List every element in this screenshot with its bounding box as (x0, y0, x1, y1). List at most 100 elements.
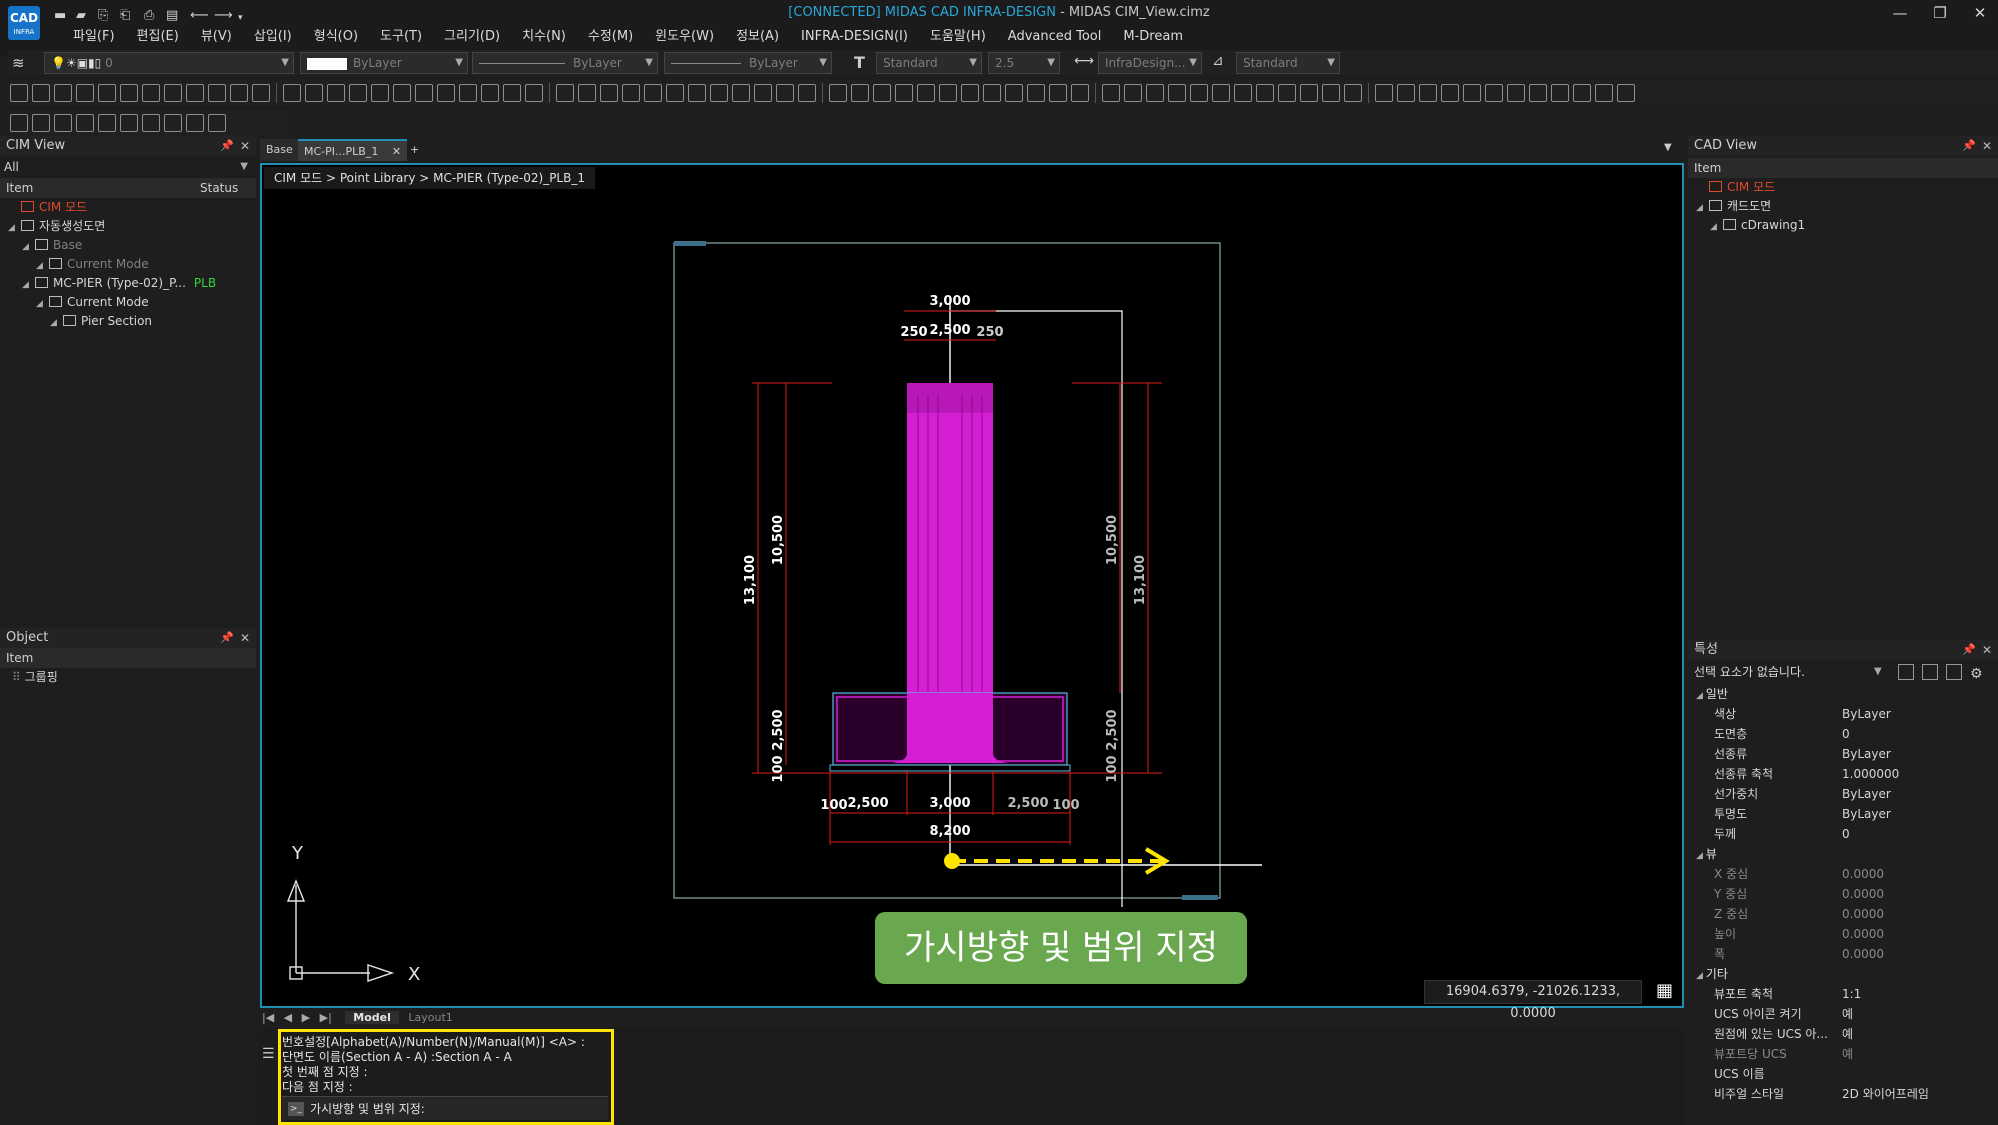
draw-tool-icon[interactable] (120, 84, 138, 102)
draw-tool-icon[interactable] (829, 84, 847, 102)
draw-tool-icon[interactable] (895, 84, 913, 102)
draw-tool-icon[interactable] (1419, 84, 1437, 102)
draw-tool-icon[interactable] (1529, 84, 1547, 102)
infra-tool-icon[interactable] (142, 114, 160, 132)
property-value[interactable]: 0.0000 (1842, 904, 1884, 924)
property-row[interactable]: 도면층 0 (1688, 724, 1998, 744)
draw-tool-icon[interactable] (481, 84, 499, 102)
draw-tool-icon[interactable] (1102, 84, 1120, 102)
infra-tool-icon[interactable] (76, 114, 94, 132)
pick-add-icon[interactable] (1946, 664, 1962, 680)
cad-tree-item[interactable]: ◢ 캐드도면 (1688, 197, 1998, 216)
property-value[interactable]: 0.0000 (1842, 944, 1884, 964)
cad-tree-item[interactable]: ◢ cDrawing1 (1688, 216, 1998, 235)
draw-tool-icon[interactable] (873, 84, 891, 102)
save-as-icon[interactable]: ⎗ (120, 8, 130, 23)
draw-tool-icon[interactable] (961, 84, 979, 102)
draw-tool-icon[interactable] (688, 84, 706, 102)
menu-item-5[interactable]: 도구(T) (369, 27, 433, 47)
property-row[interactable]: 색상 ByLayer (1688, 704, 1998, 724)
infra-tool-icon[interactable] (186, 114, 204, 132)
draw-tool-icon[interactable] (1190, 84, 1208, 102)
menu-item-10[interactable]: 정보(A) (725, 27, 790, 47)
property-row[interactable]: 폭 0.0000 (1688, 944, 1998, 964)
property-value[interactable]: 2D 와이어프레임 (1842, 1084, 1929, 1104)
undo-icon[interactable]: ⟵ (190, 8, 209, 23)
property-row[interactable]: UCS 이름 (1688, 1064, 1998, 1084)
draw-tool-icon[interactable] (732, 84, 750, 102)
property-category[interactable]: ◢ 뷰 (1688, 844, 1998, 864)
property-value[interactable]: 1.000000 (1842, 764, 1899, 784)
minimize-icon[interactable]: — (1882, 4, 1918, 22)
draw-tool-icon[interactable] (186, 84, 204, 102)
property-row[interactable]: 뷰포트 축척 1:1 (1688, 984, 1998, 1004)
pin-icon[interactable]: 📌 (220, 628, 234, 648)
draw-tool-icon[interactable] (1168, 84, 1186, 102)
property-row[interactable]: 선가중치 ByLayer (1688, 784, 1998, 804)
collapse-icon[interactable]: ◢ (1696, 971, 1706, 981)
table-style-icon[interactable]: ⊿ (1212, 53, 1224, 69)
dim-style-combo[interactable]: InfraDesign... ▼ (1098, 52, 1202, 74)
panel-close-icon[interactable]: ✕ (1982, 136, 1992, 156)
draw-tool-icon[interactable] (1005, 84, 1023, 102)
redo-icon[interactable]: ⟶ (214, 8, 233, 23)
cim-tree-item[interactable]: ◢ 자동생성도면 (0, 217, 256, 236)
draw-tool-icon[interactable] (1573, 84, 1591, 102)
property-category[interactable]: ◢ 일반 (1688, 684, 1998, 704)
draw-tool-icon[interactable] (1049, 84, 1067, 102)
draw-tool-icon[interactable] (142, 84, 160, 102)
command-menu-icon[interactable]: ☰ (262, 1046, 275, 1062)
quick-select-icon[interactable] (1898, 664, 1914, 680)
menu-item-13[interactable]: Advanced Tool (997, 27, 1113, 47)
menu-item-1[interactable]: 편집(E) (126, 27, 190, 47)
tab-list-dropdown-icon[interactable]: ▼ (1664, 142, 1672, 153)
first-layout-icon[interactable]: |◀ (262, 1011, 274, 1024)
draw-tool-icon[interactable] (1551, 84, 1569, 102)
menu-item-2[interactable]: 뷰(V) (190, 27, 243, 47)
open-folder-icon[interactable]: ▰ (76, 8, 86, 23)
property-row[interactable]: 선종류 ByLayer (1688, 744, 1998, 764)
draw-tool-icon[interactable] (283, 84, 301, 102)
property-row[interactable]: 뷰포트당 UCS 예 (1688, 1044, 1998, 1064)
tab-model[interactable]: Model (345, 1011, 399, 1024)
draw-tool-icon[interactable] (798, 84, 816, 102)
dim-style-icon[interactable]: ⟷ (1074, 53, 1094, 69)
tab-mc-pier[interactable]: MC-PI...PLB_1 ✕ (298, 139, 408, 161)
print-icon[interactable]: ⎙ (144, 8, 154, 23)
menu-item-14[interactable]: M-Dream (1112, 27, 1194, 47)
text-height-combo[interactable]: 2.5 ▼ (988, 52, 1060, 74)
draw-tool-icon[interactable] (1234, 84, 1252, 102)
panel-close-icon[interactable]: ✕ (1982, 640, 1992, 660)
cim-tree-item[interactable]: ◢ MC-PIER (Type-02)_P... PLB (0, 274, 256, 293)
draw-tool-icon[interactable] (1463, 84, 1481, 102)
pin-icon[interactable]: 📌 (1962, 136, 1976, 156)
property-value[interactable]: 0 (1842, 724, 1850, 744)
draw-tool-icon[interactable] (1071, 84, 1089, 102)
property-value[interactable]: 1:1 (1842, 984, 1861, 1004)
property-value[interactable]: ByLayer (1842, 704, 1891, 724)
draw-tool-icon[interactable] (230, 84, 248, 102)
draw-tool-icon[interactable] (437, 84, 455, 102)
property-row[interactable]: X 중심 0.0000 (1688, 864, 1998, 884)
menu-item-6[interactable]: 그리기(D) (433, 27, 511, 47)
infra-tool-icon[interactable] (32, 114, 50, 132)
collapse-icon[interactable]: ◢ (1696, 851, 1706, 861)
draw-tool-icon[interactable] (1485, 84, 1503, 102)
draw-tool-icon[interactable] (1322, 84, 1340, 102)
draw-tool-icon[interactable] (371, 84, 389, 102)
property-row[interactable]: 두께 0 (1688, 824, 1998, 844)
text-style-icon[interactable]: T (854, 53, 865, 72)
draw-tool-icon[interactable] (349, 84, 367, 102)
property-value[interactable]: 0 (1842, 824, 1850, 844)
collapse-icon[interactable]: ◢ (1696, 691, 1706, 701)
property-row[interactable]: 높이 0.0000 (1688, 924, 1998, 944)
cim-tree-item[interactable]: ◢ Current Mode (0, 255, 256, 274)
color-combo[interactable]: ByLayer ▼ (300, 52, 468, 74)
draw-tool-icon[interactable] (644, 84, 662, 102)
property-row[interactable]: 선종류 축척 1.000000 (1688, 764, 1998, 784)
text-style-combo[interactable]: Standard ▼ (876, 52, 982, 74)
menu-item-7[interactable]: 치수(N) (511, 27, 577, 47)
draw-tool-icon[interactable] (1595, 84, 1613, 102)
infra-tool-icon[interactable] (120, 114, 138, 132)
draw-tool-icon[interactable] (622, 84, 640, 102)
